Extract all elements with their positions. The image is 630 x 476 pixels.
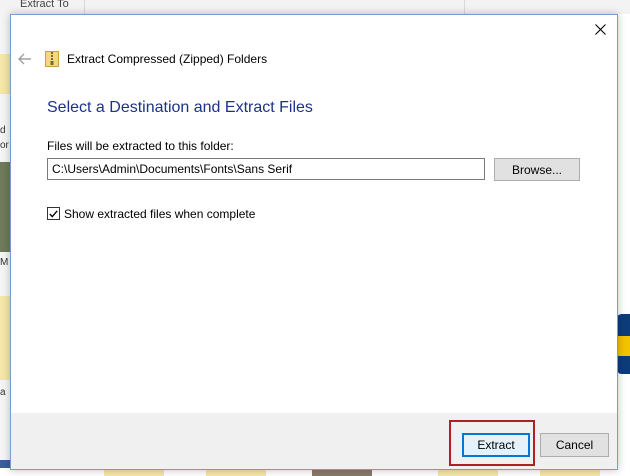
show-files-label: Show extracted files when complete (64, 206, 256, 221)
back-arrow-icon (18, 53, 31, 65)
cancel-button[interactable]: Cancel (540, 433, 609, 457)
close-icon (594, 23, 606, 35)
background-folder-thumb (0, 54, 10, 94)
destination-path-input[interactable] (47, 158, 485, 180)
checkmark-icon (49, 209, 58, 218)
background-text-fragment: d (0, 125, 6, 136)
extract-button[interactable]: Extract (462, 433, 530, 457)
page-heading: Select a Destination and Extract Files (47, 99, 313, 116)
dialog-footer: Extract Cancel (11, 413, 617, 469)
background-text-fragment: a (0, 387, 6, 398)
background-divider (464, 0, 465, 14)
destination-label: Files will be extracted to this folder: (47, 139, 234, 153)
zip-folder-icon (45, 51, 59, 67)
browse-button[interactable]: Browse... (494, 158, 580, 181)
background-divider (84, 0, 85, 14)
show-files-checkbox[interactable] (47, 207, 60, 220)
back-button[interactable] (15, 49, 35, 69)
dialog-title: Extract Compressed (Zipped) Folders (67, 52, 268, 66)
background-text-fragment: or (0, 140, 9, 151)
background-right-strip (616, 14, 630, 476)
background-folder-thumb (0, 296, 10, 380)
background-text-fragment: M (0, 257, 9, 268)
background-image-thumb (618, 336, 630, 356)
background-photo-thumb (0, 162, 10, 252)
background-window-topbar: Extract To (0, 0, 630, 15)
extract-dialog: Extract Compressed (Zipped) Folders Sele… (10, 14, 618, 470)
background-tab-label: Extract To (20, 0, 69, 10)
close-button[interactable] (583, 15, 617, 43)
show-files-option[interactable]: Show extracted files when complete (47, 206, 255, 221)
background-left-strip: d or M a (0, 14, 10, 476)
dialog-title-row: Extract Compressed (Zipped) Folders (45, 51, 267, 67)
